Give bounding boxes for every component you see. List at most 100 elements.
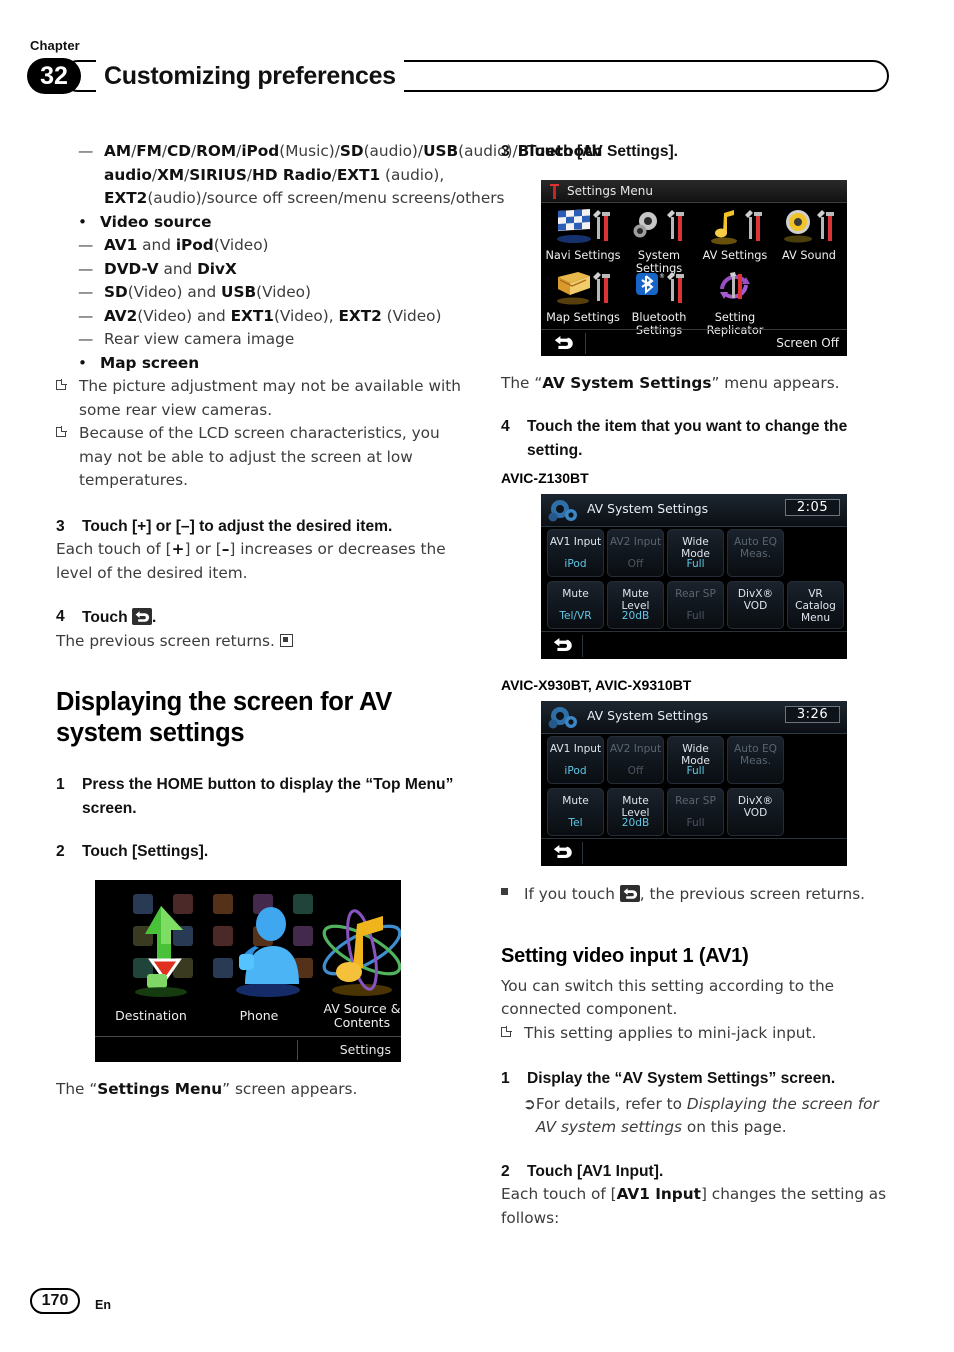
av-button-label: AV1 Input [549, 743, 602, 755]
step-title-prefix: Touch [82, 609, 132, 626]
label-line1: AV Settings [702, 248, 768, 262]
av-button-label: Rear SP [675, 588, 716, 600]
label-line1: AV Sound [782, 248, 836, 262]
label-line1: Bluetooth [631, 310, 687, 324]
model-label-x930bt: AVIC-X930BT, AVIC-X9310BT [501, 677, 692, 693]
av-button[interactable]: DivX® VOD [727, 788, 784, 836]
settings-item-map[interactable]: Map Settings [545, 269, 621, 324]
av-button[interactable]: Rear SP Full [667, 581, 724, 629]
top-menu-label-av-source[interactable]: AV Source & Contents [302, 1001, 401, 1030]
map-screen-heading-item: • Map screen [78, 352, 470, 376]
top-menu-label-phone[interactable]: Phone [199, 1008, 319, 1023]
av-button[interactable]: Wide Mode Full [667, 529, 724, 577]
screen-off-button[interactable]: Screen Off [776, 336, 839, 350]
av-button-label: Rear SP [675, 795, 716, 807]
settings-item-system[interactable]: System Settings [621, 207, 697, 275]
av-button[interactable]: Wide Mode Full [667, 736, 724, 784]
divider [585, 332, 586, 354]
text-run: AV1 [104, 236, 138, 254]
av-button[interactable]: Auto EQ Meas. [727, 529, 784, 577]
settings-item-bluetooth[interactable]: ® Bluetooth Settings [621, 269, 697, 337]
map-screen-heading: Map screen [100, 353, 200, 372]
av-button[interactable]: Mute Level 20dB [607, 581, 664, 629]
settings-item-av-settings[interactable]: AV Settings [697, 207, 773, 262]
av-title-text: AV System Settings [587, 708, 709, 723]
text-run: AV System Settings [542, 373, 712, 392]
av-button-value: Full [686, 765, 705, 777]
av-button-value: Tel/VR [559, 610, 592, 622]
av-button[interactable]: AV1 Input iPod [547, 529, 604, 577]
text-run: DivX [197, 259, 237, 278]
av-system-settings-screenshot-1: AV System Settings 2:05 AV1 Input iPod AV2 I… [541, 494, 847, 659]
text-run: (audio)/source off screen/menu screens/o… [147, 189, 505, 207]
av-button[interactable]: Auto EQ Meas. [727, 736, 784, 784]
subsection-body: You can switch this setting according to… [501, 976, 835, 1019]
text-run: Rear view camera image [104, 330, 295, 348]
bluetooth-icon: ® [621, 269, 697, 309]
av-button-value: iPod [564, 558, 587, 570]
step-title: Display the “AV System Settings” screen. [527, 1070, 836, 1087]
page-title: Customizing preferences [96, 58, 404, 94]
step-title: Touch [+] or [–] to adjust the desired i… [82, 517, 393, 535]
label-line1: Setting [714, 310, 756, 324]
text-run: HD Radio [252, 165, 332, 184]
top-menu-bottom-bar: Settings [95, 1035, 401, 1062]
note-text: Because of the LCD screen characteristic… [79, 424, 440, 489]
text-run: EXT2 [338, 306, 382, 325]
text-run: (Video) and [137, 306, 231, 325]
dash-marker: — [78, 142, 94, 160]
step-1: 1 Press the HOME button to display the “… [56, 773, 470, 820]
dash-marker: — [78, 330, 94, 348]
av-button[interactable]: VR Catalog Menu [787, 581, 844, 629]
settings-item-av-sound[interactable]: AV Sound [771, 207, 847, 262]
bullet-marker: • [78, 353, 88, 372]
text-run: The “ [501, 373, 543, 392]
back-arrow-icon[interactable] [552, 637, 574, 655]
av-button-empty [787, 736, 844, 784]
step-3-right: 3 Touch [AV Settings]. [501, 140, 893, 164]
text-run: (Music)/ [279, 142, 340, 160]
video-source-heading: Video source [100, 212, 212, 231]
av-button[interactable]: Mute Level 20dB [607, 788, 664, 836]
step-number: 2 [501, 1162, 510, 1180]
av-button[interactable]: Mute Tel/VR [547, 581, 604, 629]
av-button-value: Full [686, 610, 705, 622]
text-run: (audio)/ [363, 142, 424, 160]
av-button[interactable]: Rear SP Full [667, 788, 724, 836]
text-run: USB [423, 142, 459, 160]
step-number: 3 [56, 517, 65, 535]
dash-marker: — [78, 283, 94, 301]
step-number: 4 [501, 418, 510, 435]
settings-item-replicator[interactable]: Setting Replicator [697, 269, 773, 337]
back-arrow-icon[interactable] [553, 335, 575, 353]
settings-button[interactable]: Settings [340, 1042, 391, 1057]
av-button[interactable]: AV2 Input Off [607, 529, 664, 577]
text-run: The “ [56, 1079, 98, 1098]
av-button-value: 20dB [621, 610, 650, 622]
av-button-label: Auto EQ Meas. [734, 536, 777, 560]
label-line1: System [637, 248, 681, 262]
top-menu-label-destination[interactable]: Destination [95, 1008, 211, 1023]
settings-item-label: AV Sound [771, 249, 847, 262]
av-button-label: DivX® VOD [737, 588, 774, 612]
back-arrow-icon[interactable] [552, 844, 574, 862]
text-run: USB [221, 283, 257, 301]
text-run: CD [167, 142, 191, 160]
dash-marker: — [78, 259, 94, 278]
text-run: For details, refer to [535, 1094, 687, 1113]
av-button[interactable]: Mute Tel [547, 788, 604, 836]
video-source-item: — DVD-V and DivX [78, 258, 470, 282]
video-source-item: — AV2(Video) and EXT1(Video), EXT2 (Video… [78, 305, 470, 329]
step-4-right: 4 Touch the item that you want to change… [501, 415, 893, 462]
clock-display: 2:05 [785, 499, 840, 516]
av-button-label: Wide Mode [681, 743, 710, 767]
av-button[interactable]: AV2 Input Off [607, 736, 664, 784]
settings-menu-bottom-bar: Screen Off [541, 328, 847, 356]
clock-display: 3:26 [785, 706, 840, 723]
av-button[interactable]: DivX® VOD [727, 581, 784, 629]
settings-item-navi[interactable]: Navi Settings [545, 207, 621, 262]
av-button-label: Mute [562, 588, 589, 600]
chapter-number-badge: 32 [27, 58, 81, 94]
av-button[interactable]: AV1 Input iPod [547, 736, 604, 784]
settings-item-label: Navi Settings [545, 249, 621, 262]
